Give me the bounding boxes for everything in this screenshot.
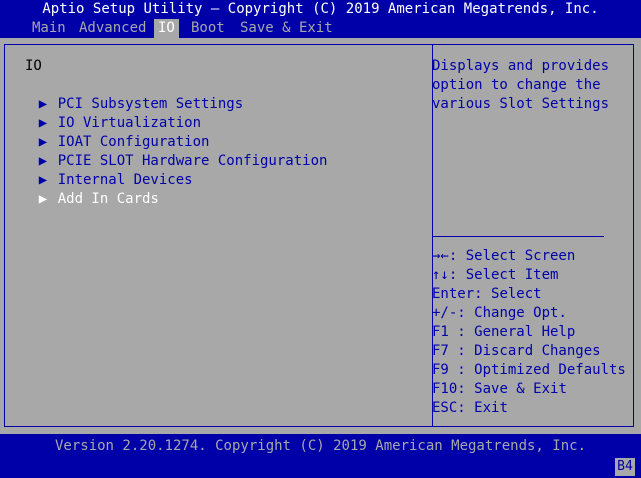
key-label: ↑↓ [432,267,449,283]
key-legend: →←: Select Screen ↑↓: Select Item Enter:… [432,247,626,418]
menu-item-label: Add In Cards [57,191,159,207]
menu-item-pci-subsystem-settings[interactable]: ▶ PCI Subsystem Settings [5,76,243,112]
tab-main[interactable]: Main [28,19,70,38]
section-title: IO [25,58,42,74]
key-label: F1 [432,324,449,340]
key-label: →← [432,248,449,264]
key-description: : Save & Exit [457,381,567,397]
key-row-discard-changes: F7 : Discard Changes [432,342,626,361]
tab-advanced[interactable]: Advanced [75,19,150,38]
key-row-optimized-defaults: F9 : Optimized Defaults [432,361,626,380]
key-label: Enter [432,286,475,302]
key-label: F10 [432,381,458,397]
window-title: Aptio Setup Utility – Copyright (C) 2019… [42,1,599,17]
tab-save-exit[interactable]: Save & Exit [236,19,337,38]
tab-io[interactable]: IO [154,19,179,38]
key-row-select-item: ↑↓: Select Item [432,266,626,285]
menu-item-add-in-cards[interactable]: ▶ Add In Cards [5,171,159,207]
key-row-change-opt: +/-: Change Opt. [432,304,626,323]
menu-item-ioat-configuration[interactable]: ▶ IOAT Configuration [5,114,210,150]
key-row-save-exit: F10: Save & Exit [432,380,626,399]
menu-item-io-virtualization[interactable]: ▶ IO Virtualization [5,95,201,131]
key-description: : General Help [448,324,576,340]
key-description: : Select Screen [448,248,576,264]
key-description: : Discard Changes [448,343,601,359]
key-description: : Optimized Defaults [448,362,626,378]
version-text: Version 2.20.1274. Copyright (C) 2019 Am… [54,438,586,454]
menu-item-internal-devices[interactable]: ▶ Internal Devices [5,152,193,188]
menu-item-pcie-slot-hardware-configuration[interactable]: ▶ PCIE SLOT Hardware Configuration [5,133,328,169]
horizontal-divider [432,236,604,237]
key-description: : Select Item [448,267,559,283]
key-row-enter: Enter: Select [432,285,626,304]
main-panel: IO ▶ PCI Subsystem Settings ▶ IO Virtualiz… [0,38,641,434]
key-label: ESC [432,400,458,416]
footer: Version 2.20.1274. Copyright (C) 2019 Am… [0,434,641,478]
key-description: : Exit [457,400,508,416]
key-label: +/- [432,305,458,321]
key-row-exit: ESC: Exit [432,399,626,418]
key-label: F9 [432,362,449,378]
post-code-badge: B4 [615,458,635,476]
key-description: : Change Opt. [457,305,567,321]
submenu-arrow-icon: ▶ [38,191,48,207]
key-label: F7 [432,343,449,359]
tab-bar: Main Advanced IO Boot Save & Exit [0,19,641,38]
help-description: Displays and provides option to change t… [432,58,610,112]
key-row-general-help: F1 : General Help [432,323,626,342]
key-row-select-screen: →←: Select Screen [432,247,626,266]
key-description: : Select [474,286,542,302]
tab-boot[interactable]: Boot [187,19,229,38]
